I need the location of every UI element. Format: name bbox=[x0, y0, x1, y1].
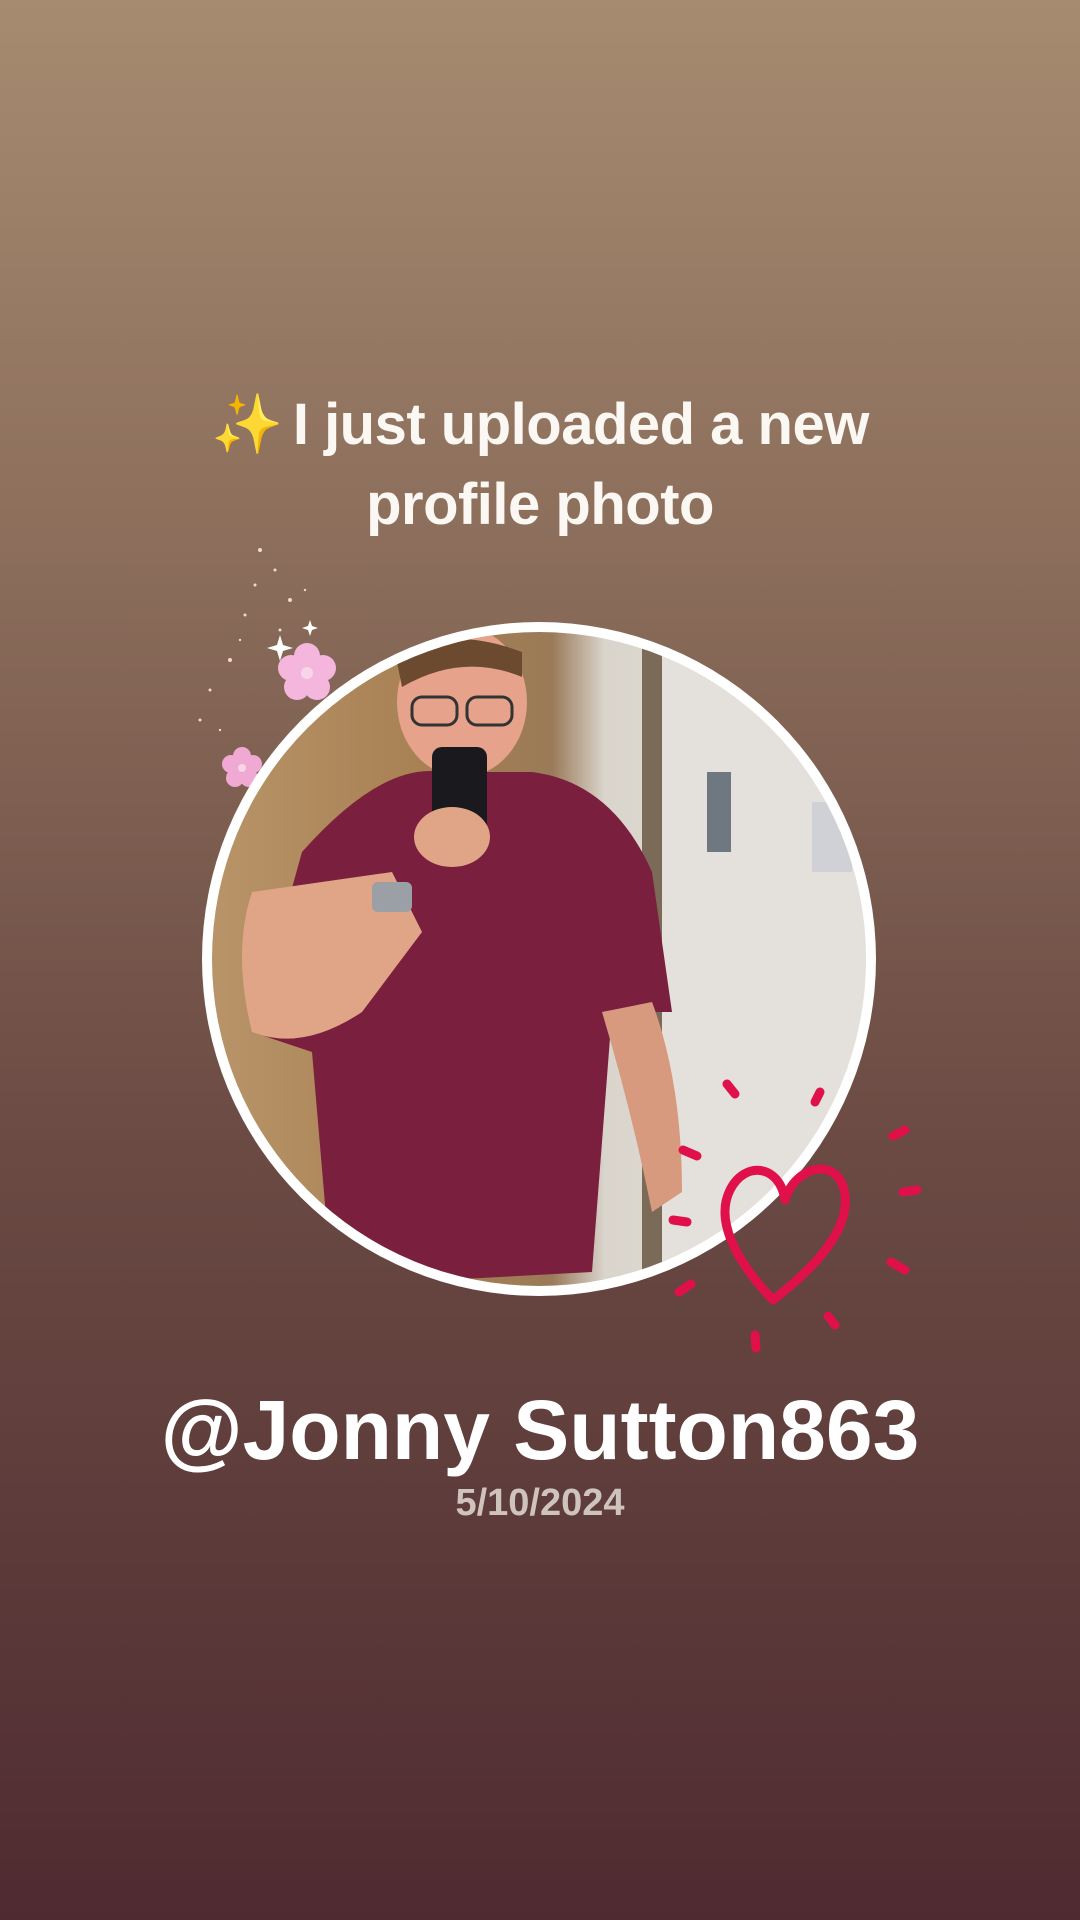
headline-text: I just uploaded a new profile photo bbox=[292, 392, 870, 537]
username: @Jonny Sutton863 bbox=[160, 1383, 920, 1477]
sparkle-icon: ✨ bbox=[211, 392, 283, 457]
hand-drawn-heart-icon bbox=[668, 1079, 922, 1353]
headline: ✨ I just uploaded a new profile photo bbox=[140, 385, 940, 545]
upload-date: 5/10/2024 bbox=[455, 1482, 625, 1524]
